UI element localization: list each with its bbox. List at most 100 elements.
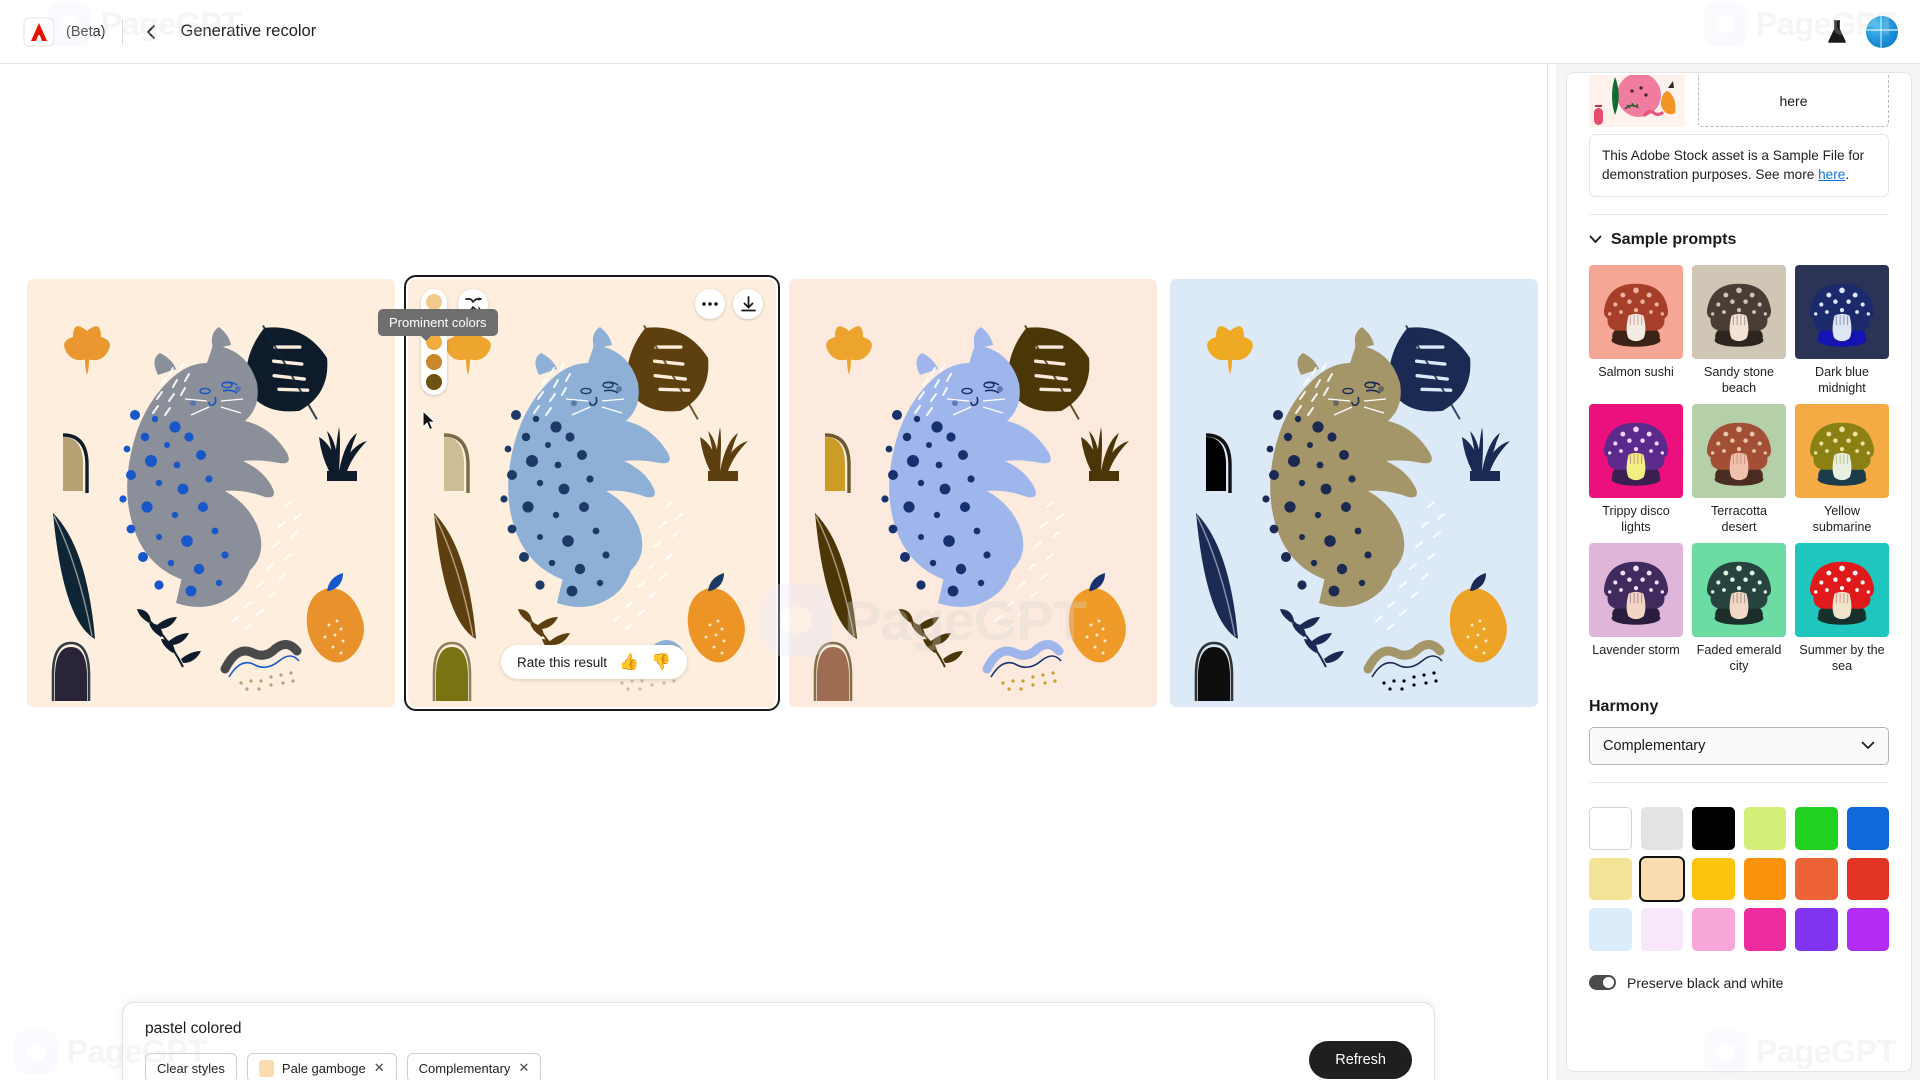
harmony-title: Harmony bbox=[1589, 698, 1659, 716]
chevron-down-icon bbox=[1589, 235, 1602, 243]
back-button[interactable] bbox=[137, 17, 167, 47]
thumbs-down-icon[interactable]: 👎 bbox=[651, 652, 671, 672]
more-options-icon[interactable] bbox=[695, 289, 725, 319]
sample-prompt-label: Trippy disco lights bbox=[1602, 503, 1670, 534]
canvas-area: Prominent colors Rate this result 👍 👎 Pa… bbox=[0, 64, 1556, 1080]
result-card-4[interactable] bbox=[1170, 279, 1538, 707]
sample-prompt-1[interactable]: Salmon sushi bbox=[1589, 264, 1683, 396]
style-chip-1[interactable]: Pale gamboge ✕ bbox=[246, 1053, 397, 1080]
asset-note-suffix: . bbox=[1845, 167, 1850, 183]
asset-thumbnail[interactable] bbox=[1589, 75, 1685, 127]
prompt-bar: pastel colored Clear styles Pale gamboge ✕… bbox=[122, 1002, 1435, 1080]
asset-note-link[interactable]: here bbox=[1818, 167, 1845, 182]
refresh-button[interactable]: Refresh bbox=[1309, 1041, 1412, 1079]
color-swatch-16[interactable] bbox=[1743, 908, 1786, 951]
sample-prompt-8[interactable]: Faded emerald city bbox=[1692, 543, 1786, 674]
right-panel-inner: here This Adobe Stock asset is a Sample … bbox=[1566, 72, 1912, 1072]
close-icon[interactable]: ✕ bbox=[518, 1060, 529, 1076]
chevron-down-icon bbox=[1861, 738, 1875, 754]
prompt-input[interactable]: pastel colored bbox=[145, 1020, 242, 1038]
sample-prompt-5[interactable]: Terracotta desert bbox=[1692, 403, 1786, 535]
right-panel-scroll[interactable]: here This Adobe Stock asset is a Sample … bbox=[1567, 73, 1911, 1071]
divider bbox=[1589, 213, 1889, 215]
asset-dropzone[interactable]: here bbox=[1698, 75, 1889, 127]
preserve-bw-toggle[interactable] bbox=[1589, 975, 1616, 991]
sample-prompts-header[interactable]: Sample prompts bbox=[1589, 231, 1889, 249]
color-swatch-11[interactable] bbox=[1795, 857, 1838, 901]
sample-prompt-2[interactable]: Sandy stone beach bbox=[1692, 264, 1786, 396]
color-swatch-17[interactable] bbox=[1795, 908, 1838, 951]
color-swatch-1[interactable] bbox=[1589, 807, 1632, 850]
color-swatch-12[interactable] bbox=[1846, 857, 1889, 901]
color-swatch-9[interactable] bbox=[1692, 857, 1735, 901]
sample-prompt-thumbnail bbox=[1795, 543, 1889, 638]
color-swatch-6[interactable] bbox=[1846, 807, 1889, 850]
recolor-artwork bbox=[789, 279, 1157, 707]
clear-styles-label: Clear styles bbox=[157, 1060, 225, 1076]
adobe-logo-icon bbox=[22, 16, 56, 48]
chip-label: Complementary bbox=[418, 1060, 511, 1076]
color-swatch-10[interactable] bbox=[1743, 857, 1786, 901]
sample-prompt-label: Sandy stone beach bbox=[1703, 364, 1775, 395]
sample-prompt-thumbnail bbox=[1692, 403, 1786, 498]
color-swatch-15[interactable] bbox=[1692, 908, 1735, 951]
prominent-color-swatch-1[interactable] bbox=[426, 294, 442, 310]
style-chip-2[interactable]: Complementary ✕ bbox=[406, 1053, 542, 1080]
download-icon[interactable] bbox=[733, 289, 763, 319]
prominent-color-swatch-4[interactable] bbox=[426, 354, 442, 370]
color-swatch-5[interactable] bbox=[1795, 807, 1838, 850]
harmony-value: Complementary bbox=[1603, 738, 1706, 755]
sample-prompt-4[interactable]: Trippy disco lights bbox=[1589, 403, 1683, 535]
results-row: Rate this result 👍 👎 bbox=[27, 275, 1538, 711]
result-card-3[interactable] bbox=[789, 279, 1157, 707]
thumbs-up-icon[interactable]: 👍 bbox=[619, 652, 639, 672]
preserve-bw-label: Preserve black and white bbox=[1627, 974, 1784, 991]
sample-prompt-thumbnail bbox=[1589, 403, 1683, 498]
preserve-bw-row[interactable]: Preserve black and white bbox=[1589, 975, 1889, 991]
close-icon[interactable]: ✕ bbox=[374, 1060, 385, 1076]
header-divider bbox=[121, 18, 123, 45]
color-swatch-grid bbox=[1589, 807, 1889, 951]
sample-prompt-thumbnail bbox=[1692, 264, 1786, 359]
color-swatch-2[interactable] bbox=[1640, 807, 1683, 850]
clear-styles-chip[interactable]: Clear styles bbox=[145, 1053, 237, 1080]
sample-prompt-3[interactable]: Dark blue midnight bbox=[1795, 264, 1889, 396]
color-swatch-18[interactable] bbox=[1846, 908, 1889, 951]
header-actions bbox=[1824, 15, 1898, 48]
prominent-color-swatch-5[interactable] bbox=[426, 374, 442, 390]
color-swatch-7[interactable] bbox=[1589, 857, 1632, 901]
sample-prompts-grid: Salmon sushi Sandy stone beach Dark blue… bbox=[1589, 264, 1889, 675]
sample-prompt-thumbnail bbox=[1795, 403, 1889, 498]
sample-prompt-label: Terracotta desert bbox=[1711, 503, 1767, 534]
beaker-icon[interactable] bbox=[1824, 18, 1850, 46]
result-card-2[interactable]: Rate this result 👍 👎 bbox=[404, 275, 780, 711]
sample-prompt-7[interactable]: Lavender storm bbox=[1589, 543, 1683, 674]
color-swatch-8[interactable] bbox=[1638, 855, 1685, 903]
color-swatch-3[interactable] bbox=[1692, 807, 1735, 850]
recolor-artwork bbox=[1170, 279, 1538, 707]
chip-label: Pale gamboge bbox=[281, 1060, 366, 1076]
divider bbox=[1589, 782, 1889, 784]
sample-prompt-thumbnail bbox=[1795, 264, 1889, 359]
sample-prompt-9[interactable]: Summer by the sea bbox=[1795, 543, 1889, 674]
recolor-artwork bbox=[408, 279, 776, 707]
sample-prompt-thumbnail bbox=[1589, 543, 1683, 638]
color-swatch-14[interactable] bbox=[1640, 908, 1683, 951]
sample-prompt-label: Salmon sushi bbox=[1598, 364, 1674, 379]
color-swatch-4[interactable] bbox=[1743, 807, 1786, 850]
rate-result-pill: Rate this result 👍 👎 bbox=[501, 645, 687, 679]
sample-prompt-label: Summer by the sea bbox=[1799, 643, 1885, 674]
result-card-1[interactable] bbox=[27, 279, 395, 707]
color-swatch-13[interactable] bbox=[1589, 908, 1632, 951]
sample-prompt-label: Yellow submarine bbox=[1812, 503, 1872, 534]
beta-label: (Beta) bbox=[66, 23, 106, 40]
harmony-select[interactable]: Complementary bbox=[1589, 727, 1889, 766]
panel-divider bbox=[1547, 64, 1548, 1080]
prominent-colors-strip[interactable] bbox=[421, 289, 447, 395]
asset-note: This Adobe Stock asset is a Sample File … bbox=[1589, 134, 1889, 197]
avatar[interactable] bbox=[1866, 15, 1898, 48]
sample-prompt-label: Lavender storm bbox=[1592, 643, 1680, 658]
sample-prompts-title: Sample prompts bbox=[1611, 230, 1737, 248]
sample-prompt-thumbnail bbox=[1589, 264, 1683, 359]
sample-prompt-6[interactable]: Yellow submarine bbox=[1795, 403, 1889, 535]
